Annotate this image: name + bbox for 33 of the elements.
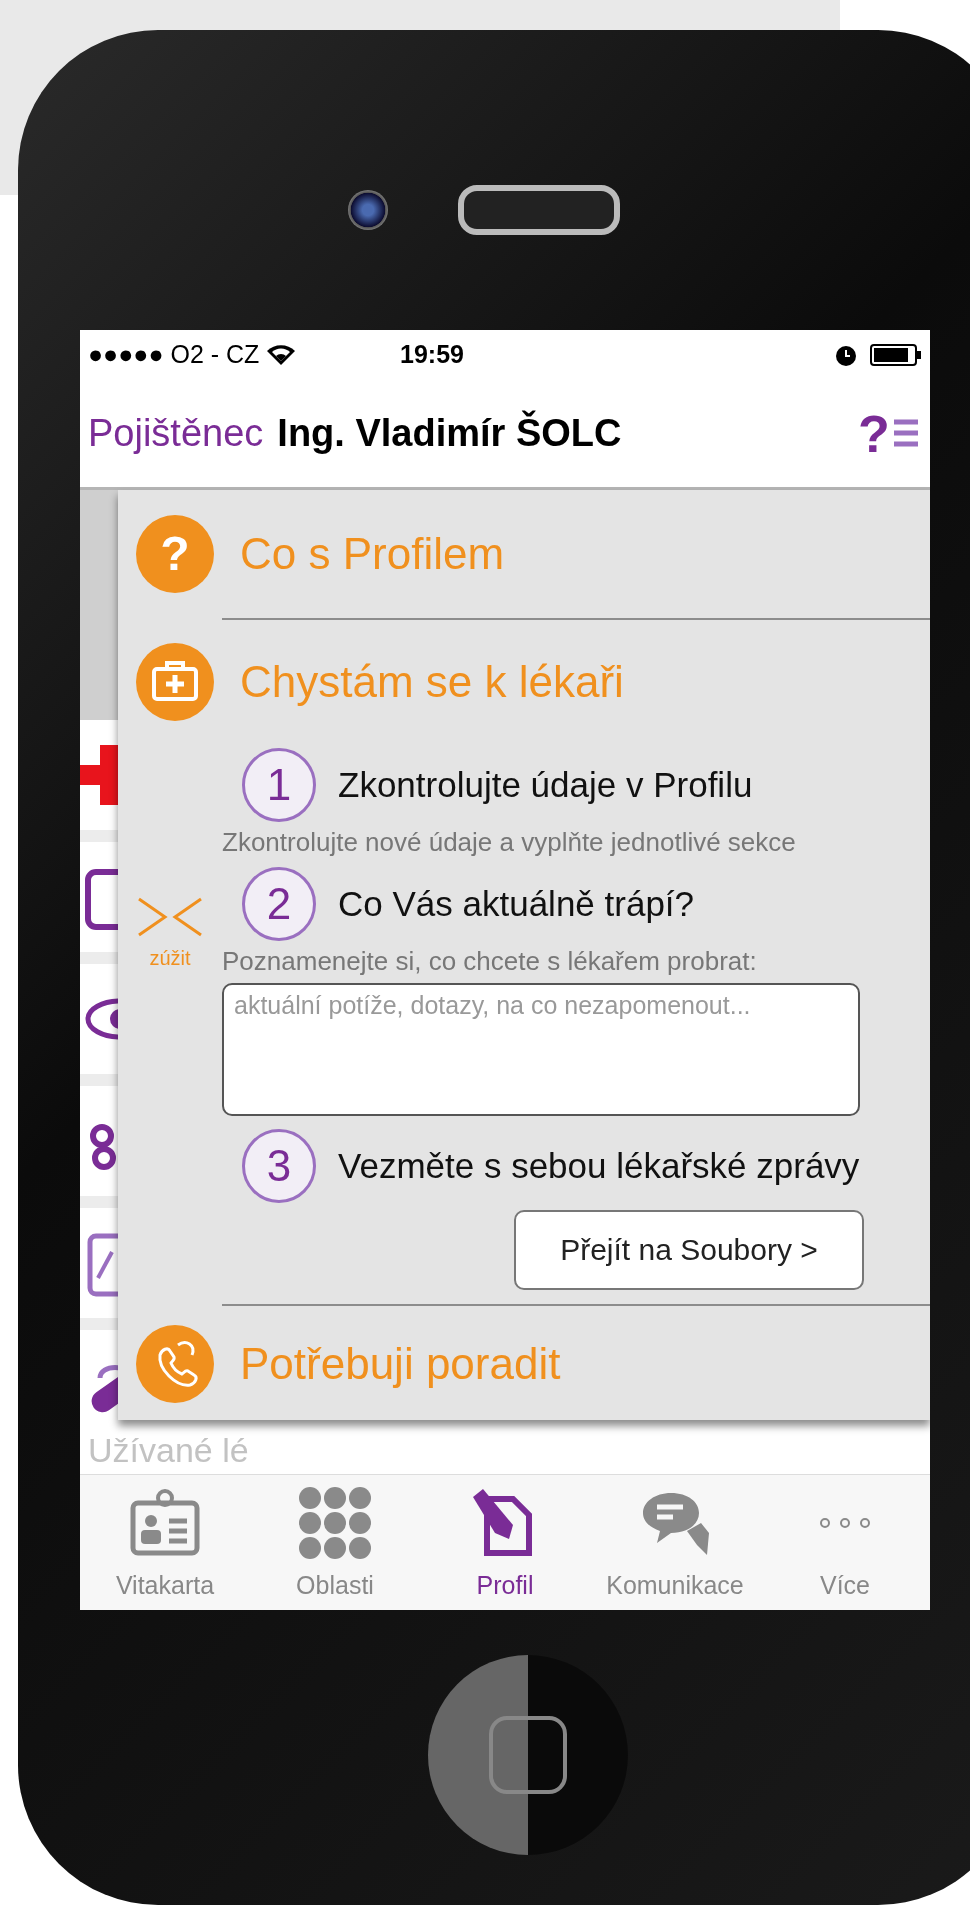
wifi-icon — [267, 343, 296, 366]
tab[interactable]: Více — [760, 1475, 930, 1610]
list-item-text: Užívané lé — [88, 1430, 249, 1470]
tab[interactable]: Profil — [420, 1475, 590, 1610]
help-icon: ? — [136, 514, 214, 593]
status-time: 19:59 — [400, 340, 464, 370]
step-description: Zkontrolujte nové údaje a vyplňte jednotlivé sekce — [222, 825, 797, 859]
notes-field[interactable]: aktuální potíže, dotazy, na co nezapomenout... — [222, 983, 860, 1117]
carrier-name: ●●●●● O2 - CZ — [88, 340, 260, 370]
speaker-icon — [458, 185, 620, 235]
step-title: Vezměte s sebou lékařské zprávy — [338, 1146, 860, 1187]
step-number: 2 — [242, 866, 316, 941]
section-title[interactable]: Chystám se k lékaři — [240, 657, 624, 708]
header-label: Pojištěnec — [88, 411, 264, 455]
step-number: 1 — [242, 747, 316, 822]
phone-icon — [136, 1324, 214, 1403]
collapse-button[interactable]: zúžit — [135, 894, 205, 970]
tab[interactable]: Vitakarta — [80, 1475, 250, 1610]
grid-icon — [297, 1485, 373, 1561]
tab[interactable]: Oblasti — [250, 1475, 420, 1610]
section-title[interactable]: Potřebuji poradit — [240, 1338, 561, 1389]
camera-icon — [348, 190, 388, 230]
battery-icon — [870, 342, 922, 367]
step-description: Poznamenejte si, co chcete s lékařem probrat: — [222, 944, 758, 978]
more-icon — [819, 1517, 871, 1529]
step-title: Co Vás aktuálně trápí? — [338, 883, 695, 924]
tab[interactable]: Komunikace — [590, 1475, 760, 1610]
section-title[interactable]: Co s Profilem — [240, 528, 505, 579]
step-title: Zkontrolujte údaje v Profilu — [338, 764, 753, 805]
files-button[interactable]: Přejít na Soubory > — [514, 1210, 864, 1291]
medical-kit-icon — [136, 643, 214, 722]
step-number: 3 — [242, 1129, 316, 1204]
user-name: Ing. Vladimír ŠOLC — [277, 411, 622, 455]
